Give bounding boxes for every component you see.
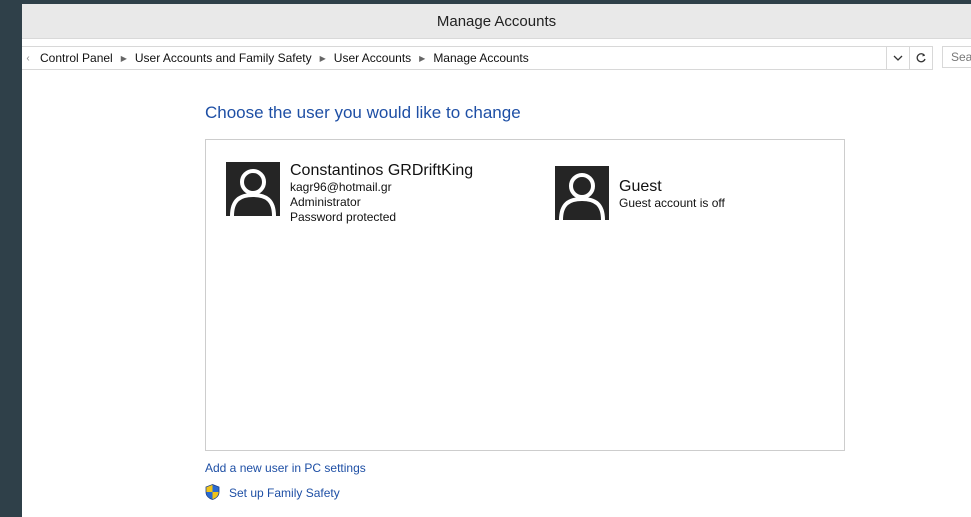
refresh-icon[interactable] [909,47,932,69]
add-new-user-link[interactable]: Add a new user in PC settings [205,461,366,475]
user-avatar-icon [555,166,609,220]
chevron-left-icon[interactable]: ‹ [22,53,34,64]
manage-accounts-window: Manage Accounts ‹ Control Panel ▶ User A… [22,4,971,517]
breadcrumb-user-accounts-family-safety[interactable]: User Accounts and Family Safety [129,51,318,65]
account-status: Guest account is off [619,196,725,210]
chevron-down-icon[interactable] [886,47,909,69]
address-tools [886,47,932,69]
account-type: Administrator [290,195,361,209]
account-tile-administrator[interactable]: Constantinos GRDriftKing kagr96@hotmail.… [226,162,473,225]
navigation-bar: ‹ Control Panel ▶ User Accounts and Fami… [22,44,971,70]
account-name: Constantinos GRDriftKing [290,162,474,179]
account-tile-guest[interactable]: Guest Guest account is off [555,166,725,220]
account-name: Guest [619,178,662,195]
search-input[interactable]: Sea [942,46,971,68]
accounts-panel: Constantinos GRDriftKing kagr96@hotmail.… [205,139,845,451]
search-placeholder: Sea [951,50,971,64]
account-info: Guest Guest account is off [619,166,725,220]
window-title: Manage Accounts [436,12,557,30]
set-up-family-safety-link[interactable]: Set up Family Safety [229,486,340,500]
breadcrumb-separator-icon[interactable]: ▶ [318,54,328,63]
breadcrumb-separator-icon[interactable]: ▶ [417,54,427,63]
breadcrumb-user-accounts[interactable]: User Accounts [328,51,417,65]
user-avatar-icon [226,162,280,216]
breadcrumb-manage-accounts[interactable]: Manage Accounts [427,51,534,65]
account-password-status: Password protected [290,210,397,224]
title-bar: Manage Accounts [22,4,971,39]
account-info: Constantinos GRDriftKing kagr96@hotmail.… [290,162,473,225]
breadcrumb-control-panel[interactable]: Control Panel [34,51,119,65]
uac-shield-icon [205,484,220,500]
account-email: kagr96@hotmail.gr [290,180,392,194]
breadcrumb-separator-icon[interactable]: ▶ [119,54,129,63]
page-heading: Choose the user you would like to change [205,103,521,122]
address-bar[interactable]: ‹ Control Panel ▶ User Accounts and Fami… [22,46,933,70]
